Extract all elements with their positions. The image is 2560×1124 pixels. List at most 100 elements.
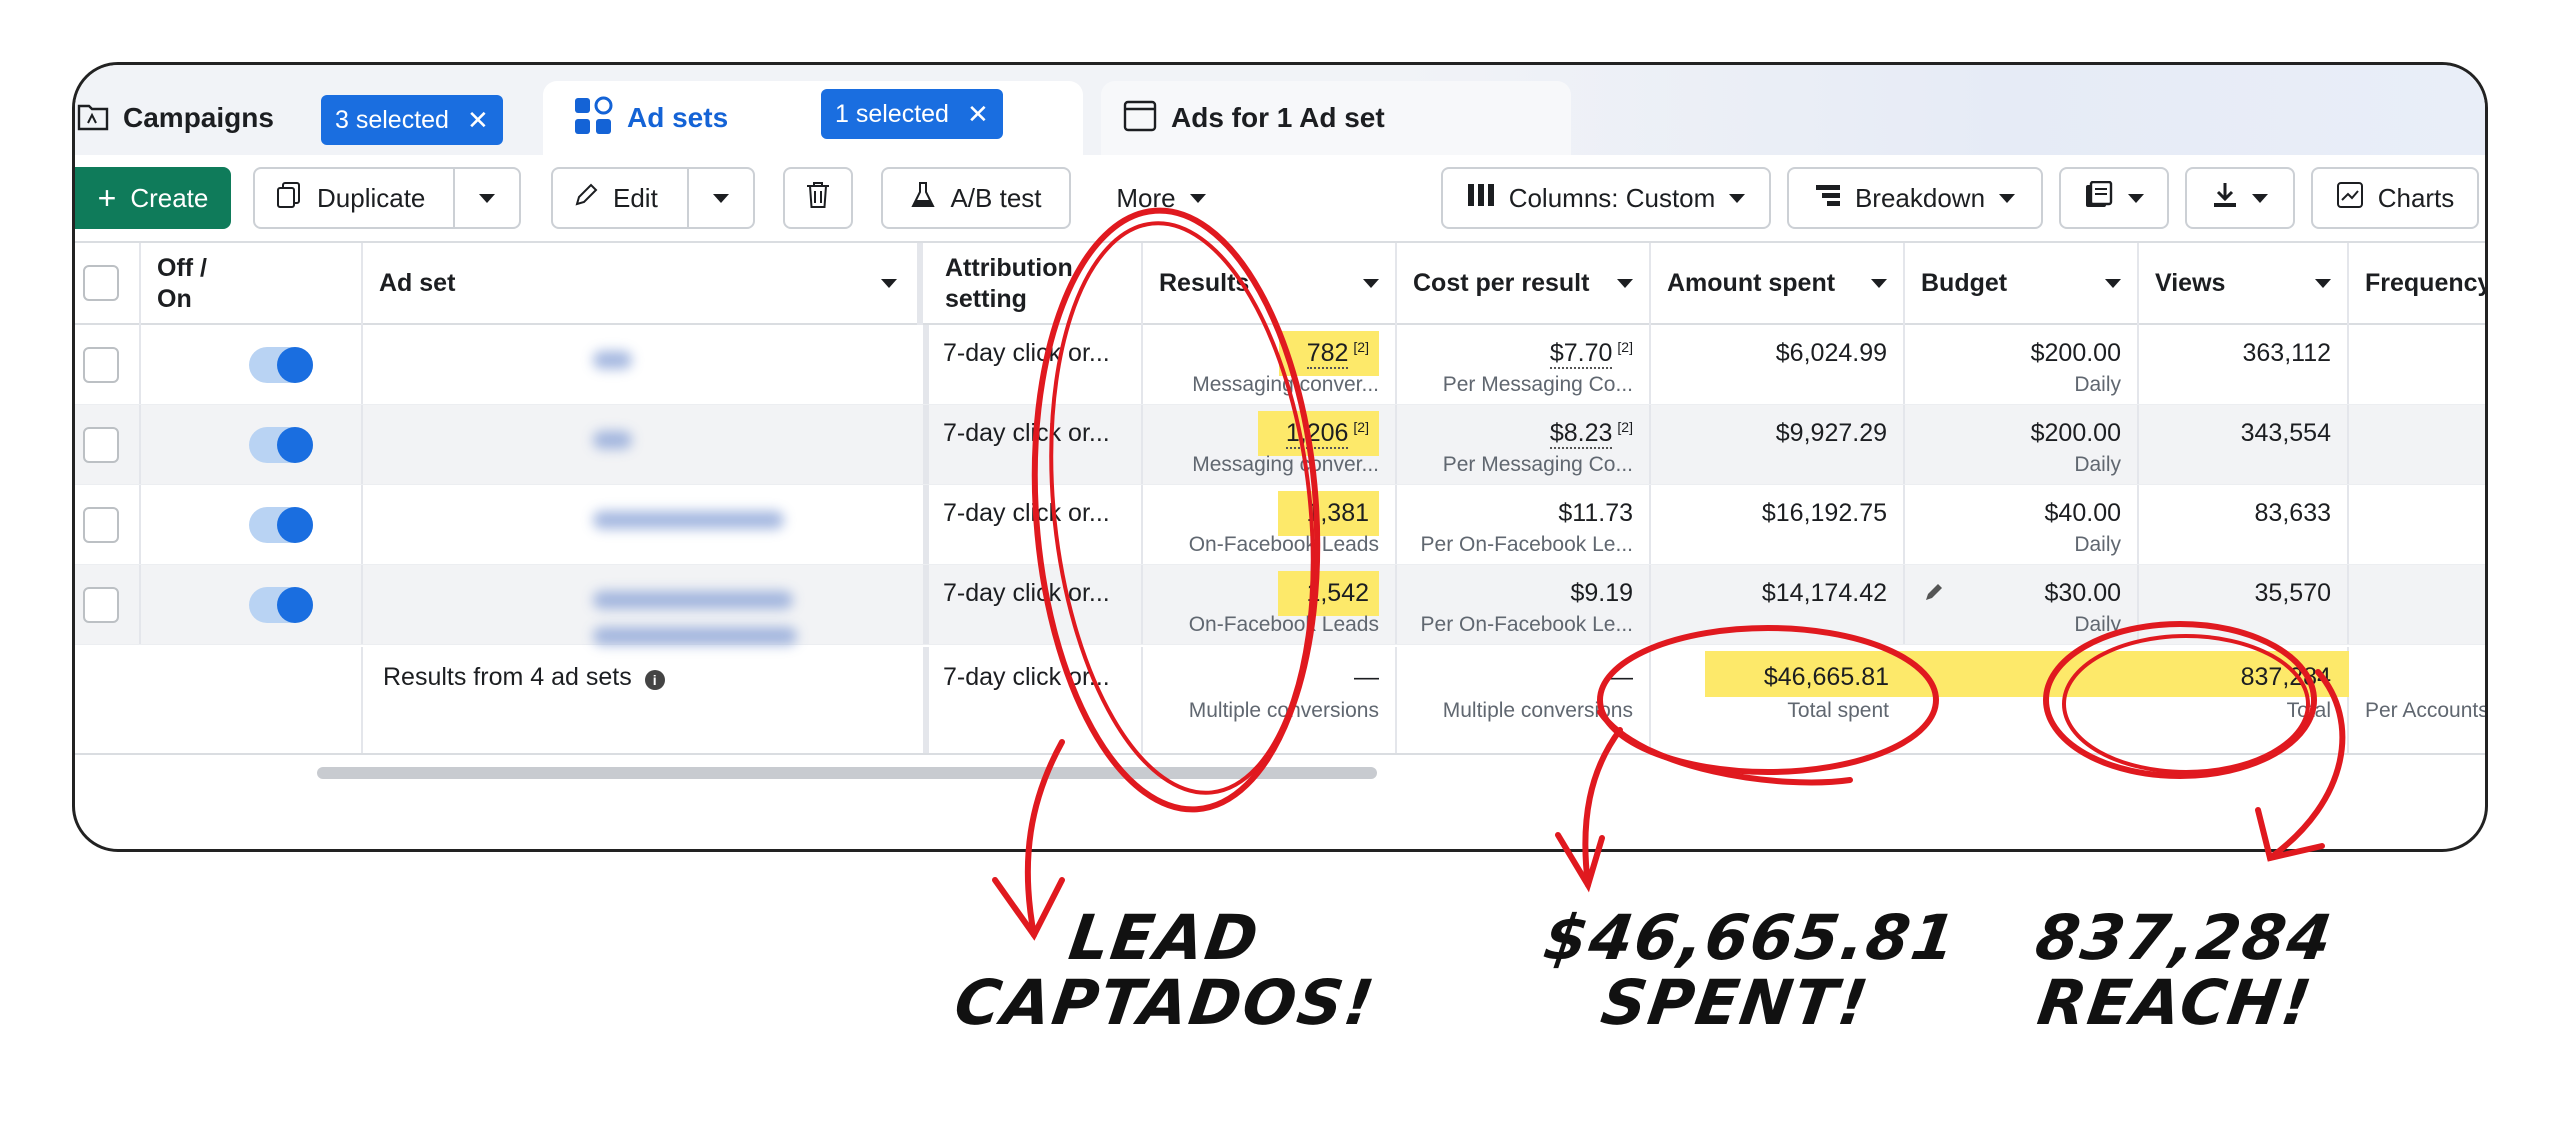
frequency-cell: 1. — [2349, 405, 2485, 484]
annotation-reach-line1: 837,284 — [2031, 901, 2338, 974]
tab-campaigns[interactable]: Campaigns 3 selected ✕ — [75, 81, 525, 155]
column-header-attribution[interactable]: Attribution setting — [929, 243, 1143, 325]
adset-toggle[interactable] — [249, 427, 313, 463]
column-header-amount-spent[interactable]: Amount spent — [1651, 243, 1905, 325]
export-button[interactable] — [2185, 167, 2295, 229]
campaigns-selection-badge[interactable]: 3 selected ✕ — [321, 95, 503, 145]
results-type: On-Facebook Leads — [1188, 613, 1379, 636]
table-row[interactable]: 7-day click or... 782 [2] Messaging conve… — [75, 325, 2485, 405]
horizontal-scrollbar[interactable] — [317, 767, 1377, 779]
results-type: Messaging conver... — [1192, 373, 1379, 396]
column-adset-label: Ad set — [379, 269, 456, 298]
row-checkbox[interactable] — [83, 347, 119, 383]
select-all-checkbox[interactable] — [83, 265, 119, 301]
table-row[interactable]: 7-day click or... 1,206 [2] Messaging con… — [75, 405, 2485, 485]
more-button[interactable]: More — [1091, 167, 1231, 229]
adset-name-cell[interactable] — [363, 565, 929, 645]
spent-cell: $6,024.99 — [1651, 325, 1905, 404]
adset-toggle[interactable] — [249, 507, 313, 543]
spent-value: $9,927.29 — [1775, 419, 1887, 447]
cost-value: $11.73 — [1558, 499, 1633, 527]
column-header-adset[interactable]: Ad set — [363, 243, 923, 325]
summary-views-type: Total — [2286, 699, 2331, 722]
redacted-adset-name[interactable] — [593, 511, 785, 529]
table-header: Off / On Ad set Attribution setting Resu… — [75, 241, 2485, 325]
table-row[interactable]: 7-day click or... 1,542 On-Facebook Lead… — [75, 565, 2485, 645]
create-button[interactable]: + Create — [75, 167, 231, 229]
campaigns-selection-text: 3 selected — [335, 105, 449, 134]
cost-ref[interactable]: [2] — [1617, 419, 1633, 435]
adset-name-cell[interactable] — [363, 405, 929, 484]
ab-test-button[interactable]: A/B test — [881, 167, 1071, 229]
duplicate-dropdown-button[interactable] — [453, 169, 519, 227]
edit-dropdown-button[interactable] — [687, 169, 753, 227]
budget-cell[interactable]: $40.00 Daily — [1905, 485, 2139, 564]
adset-toggle[interactable] — [249, 347, 313, 383]
results-cell: 782 [2] Messaging conver... — [1143, 325, 1397, 404]
spent-cell: $14,174.42 — [1651, 565, 1905, 644]
adset-name-cell[interactable] — [363, 325, 929, 404]
columns-button[interactable]: Columns: Custom — [1441, 167, 1771, 229]
cost-ref[interactable]: [2] — [1617, 339, 1633, 355]
row-select-cell — [75, 325, 141, 404]
column-header-views[interactable]: Views — [2139, 243, 2349, 325]
tab-bar: Campaigns 3 selected ✕ Ad sets 1 selecte… — [75, 65, 2485, 155]
charts-button[interactable]: Charts — [2311, 167, 2479, 229]
results-ref[interactable]: [2] — [1353, 419, 1369, 435]
redacted-adset-name[interactable] — [593, 627, 798, 645]
chevron-down-icon — [1189, 193, 1206, 203]
info-icon[interactable]: i — [644, 670, 665, 690]
budget-cell[interactable]: $200.00 Daily — [1905, 325, 2139, 404]
pencil-icon — [573, 182, 599, 215]
summary-results: — Multiple conversions — [1143, 647, 1397, 753]
adsets-selection-badge[interactable]: 1 selected ✕ — [821, 89, 1003, 139]
duplicate-button[interactable]: Duplicate — [253, 167, 521, 229]
redacted-adset-name[interactable] — [593, 591, 793, 609]
views-value: 35,570 — [2254, 579, 2331, 607]
column-header-budget[interactable]: Budget — [1905, 243, 2139, 325]
breakdown-label: Breakdown — [1854, 182, 1986, 213]
chevron-down-icon — [713, 193, 729, 203]
pencil-icon[interactable] — [1923, 581, 1945, 610]
column-header-results[interactable]: Results — [1143, 243, 1397, 325]
adset-name-cell[interactable] — [363, 485, 929, 564]
columns-icon — [1467, 183, 1495, 214]
results-ref[interactable]: [2] — [1353, 339, 1369, 355]
column-header-cost-per-result[interactable]: Cost per result — [1397, 243, 1651, 325]
clear-selection-icon[interactable]: ✕ — [967, 99, 989, 130]
download-icon — [2212, 181, 2238, 216]
chevron-down-icon — [1729, 193, 1746, 203]
attribution-cell: 7-day click or... — [929, 485, 1143, 564]
table-row[interactable]: 7-day click or... 1,381 On-Facebook Lead… — [75, 485, 2485, 565]
chevron-down-icon — [479, 193, 495, 203]
columns-label: Columns: Custom — [1508, 182, 1716, 213]
summary-label-text: Results from 4 ad sets — [383, 663, 632, 691]
row-checkbox[interactable] — [83, 507, 119, 543]
edit-button[interactable]: Edit — [551, 167, 755, 229]
budget-value: $40.00 — [2044, 499, 2121, 527]
attribution-cell: 7-day click or... — [929, 565, 1143, 644]
breakdown-button[interactable]: Breakdown — [1787, 167, 2043, 229]
views-value: 363,112 — [2242, 339, 2331, 367]
redacted-adset-name[interactable] — [593, 431, 633, 449]
clear-selection-icon[interactable]: ✕ — [467, 105, 489, 136]
row-checkbox[interactable] — [83, 587, 119, 623]
attribution-value: 7-day click or... — [943, 419, 1110, 447]
summary-views: 837,284 Total — [2139, 647, 2349, 753]
column-header-toggle[interactable]: Off / On — [141, 243, 363, 325]
results-cell: 1,542 On-Facebook Leads — [1143, 565, 1397, 644]
delete-button[interactable] — [783, 167, 853, 229]
summary-frequency: 2. Per Accounts Center — [2349, 647, 2485, 753]
cost-cell: $9.19 Per On-Facebook Le... — [1397, 565, 1651, 644]
tab-ads[interactable]: Ads for 1 Ad set — [1101, 81, 1571, 155]
budget-cell[interactable]: $200.00 Daily — [1905, 405, 2139, 484]
reports-button[interactable] — [2059, 167, 2169, 229]
tab-adsets[interactable]: Ad sets 1 selected ✕ — [543, 81, 1083, 155]
column-header-frequency[interactable]: Frequency — [2349, 243, 2485, 325]
budget-cell[interactable]: $30.00 Daily — [1905, 565, 2139, 644]
adset-toggle[interactable] — [249, 587, 313, 623]
redacted-adset-name[interactable] — [593, 351, 633, 369]
results-highlight: 1,542 — [1278, 571, 1379, 616]
frequency-cell: 3. — [2349, 485, 2485, 564]
row-checkbox[interactable] — [83, 427, 119, 463]
